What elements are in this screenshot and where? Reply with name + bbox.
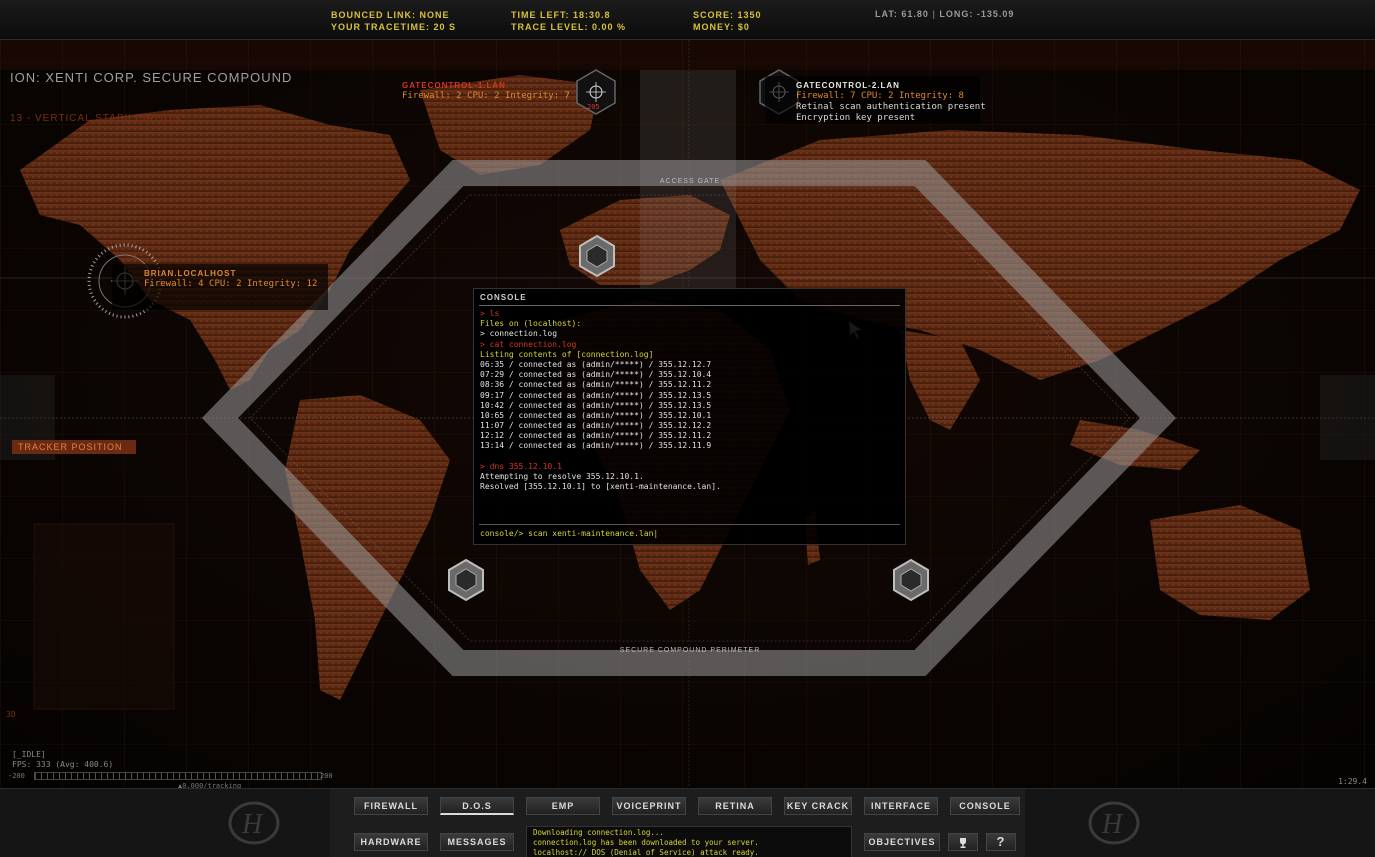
bounced-link: Bounced link: NONE	[331, 10, 450, 20]
timeline-min: -200	[8, 772, 25, 780]
key-crack-button[interactable]: Key crack	[784, 797, 852, 815]
latitude: Lat: 61.80	[875, 9, 929, 19]
longitude: Long: -135.09	[939, 9, 1015, 19]
left-edge-letters: 3D	[6, 710, 16, 719]
perimeter-label: Secure compound perimeter	[619, 647, 761, 654]
node-extra-encryption: Encryption key present	[796, 113, 916, 123]
console-line: Listing contents of [connection.log]	[480, 349, 654, 359]
console-output: > ls Files on (localhost): > connection.lo…	[480, 309, 900, 492]
top-hud: Bounced link: NONE Your tracetime: 20 s …	[0, 0, 1375, 40]
game-logo-right-icon: H	[1088, 801, 1140, 845]
coordinates: Lat: 61.80 | Long: -135.09	[875, 9, 1015, 19]
console-line: > dns 355.12.10.1	[480, 461, 562, 471]
debug-info: [_IDLE] FPS: 333 (Avg: 400.6)	[12, 750, 113, 770]
idle-status: [_IDLE]	[12, 750, 46, 759]
trace-column: Bounced link: NONE Your tracetime: 20 s	[331, 9, 456, 33]
console-line: 12:12 / connected as (admin/*****) / 355…	[480, 431, 712, 441]
hardware-button[interactable]: Hardware	[354, 833, 428, 851]
node-stats: Firewall: 7 CPU: 2 Integrity: 8	[796, 91, 964, 101]
access-gate-label: Access Gate	[659, 178, 721, 185]
console-line: 07:29 / connected as (admin/*****) / 355…	[480, 370, 712, 380]
gate1-counter: 205	[587, 103, 600, 111]
score-column: Score: 1350 Money: $0	[693, 9, 762, 33]
console-line: 11:07 / connected as (admin/*****) / 355…	[480, 421, 712, 431]
timeline-max: 200	[320, 772, 333, 780]
console-line: > cat connection.log	[480, 339, 577, 349]
console-divider	[479, 305, 900, 306]
location-subtitle: 13 - vertical stabilisation	[10, 113, 182, 124]
gatecontrol-2-info: Gatecontrol-2.lan Firewall: 7 CPU: 2 Int…	[796, 80, 986, 124]
gatecontrol-1-node[interactable]: Gatecontrol-1.lan Firewall: 2 CPU: 2 Int…	[402, 80, 570, 102]
emp-button[interactable]: EMP	[526, 797, 600, 815]
console-line: Resolved [355.12.10.1] to [xenti-mainten…	[480, 482, 721, 492]
bottom-toolbar: H H Firewall D.O.S EMP Voiceprint Retina…	[0, 788, 1375, 857]
console-button[interactable]: Console	[950, 797, 1020, 815]
console-line: 10:65 / connected as (admin/*****) / 355…	[480, 410, 712, 420]
node-extra-retinal: Retinal scan authentication present	[796, 102, 986, 112]
location-title: ion: Xenti Corp. Secure compound	[10, 70, 293, 85]
console-input[interactable]: console/> scan xenti-maintenance.lan|	[479, 524, 900, 542]
score: Score: 1350	[693, 10, 762, 20]
brian-localhost-info: Brian.localhost Firewall: 4 CPU: 2 Integ…	[144, 268, 317, 290]
node-stats: Firewall: 4 CPU: 2 Integrity: 12	[144, 279, 318, 289]
message-line: Downloading connection.log...	[533, 828, 664, 837]
time-left: Time left: 18:30.8	[511, 10, 611, 20]
node-hex-left	[448, 558, 484, 602]
interface-button[interactable]: Interface	[864, 797, 938, 815]
command-panel: Firewall D.O.S EMP Voiceprint Retina Key…	[330, 789, 1025, 857]
trophy-icon	[960, 837, 966, 848]
console-line: Files on (localhost):	[480, 319, 582, 329]
trophy-button[interactable]	[948, 833, 978, 851]
tracker-position-label[interactable]: Tracker position	[12, 440, 136, 454]
fps-readout: FPS: 333 (Avg: 400.6)	[12, 760, 114, 769]
your-tracetime: Your tracetime: 20 s	[331, 22, 457, 32]
console-line: 09:17 / connected as (admin/*****) / 355…	[480, 390, 712, 400]
retina-button[interactable]: Retina	[698, 797, 772, 815]
node-hex-top	[579, 234, 615, 278]
trace-level: Trace level: 0.00 %	[511, 22, 627, 32]
game-logo-left-icon: H	[228, 801, 280, 845]
console-line: 10:42 / connected as (admin/*****) / 355…	[480, 400, 712, 410]
node-name: Brian.localhost	[144, 269, 237, 278]
money: Money: $0	[693, 22, 750, 32]
timeline[interactable]: -200 200 ▲0.000/tracking	[8, 772, 348, 790]
message-log: Downloading connection.log... connection…	[526, 826, 852, 857]
console-line: 06:35 / connected as (admin/*****) / 355…	[480, 359, 712, 369]
node-stats: Firewall: 2 CPU: 2 Integrity: 7	[402, 91, 570, 101]
objectives-button[interactable]: Objectives	[864, 833, 940, 851]
console-line: Attempting to resolve 355.12.10.1.	[480, 472, 644, 481]
dos-button[interactable]: D.O.S	[440, 797, 514, 815]
message-line: localhost:// DOS (Denial of Service) att…	[533, 847, 759, 857]
console-line: > ls	[480, 309, 500, 318]
console-window[interactable]: Console > ls Files on (localhost): > conne…	[473, 288, 906, 545]
console-line: 08:36 / connected as (admin/*****) / 355…	[480, 380, 712, 390]
node-name: Gatecontrol-2.lan	[796, 81, 900, 90]
messages-button[interactable]: Messages	[440, 833, 514, 851]
node-hex-right	[893, 558, 929, 602]
game-clock: 1:29.4	[1338, 777, 1367, 786]
message-line: connection.log has been downloaded to yo…	[533, 837, 759, 847]
firewall-button[interactable]: Firewall	[354, 797, 428, 815]
console-line: > connection.log	[480, 329, 558, 339]
svg-text:H: H	[241, 809, 264, 840]
help-button[interactable]: ?	[986, 833, 1016, 851]
timeline-ruler	[34, 772, 322, 780]
console-line: 13:14 / connected as (admin/*****) / 355…	[480, 441, 712, 451]
time-column: Time left: 18:30.8 Trace level: 0.00 %	[511, 9, 626, 33]
node-name: Gatecontrol-1.lan	[402, 81, 506, 90]
console-title: Console	[480, 293, 527, 302]
svg-text:H: H	[1101, 809, 1124, 840]
voiceprint-button[interactable]: Voiceprint	[612, 797, 686, 815]
